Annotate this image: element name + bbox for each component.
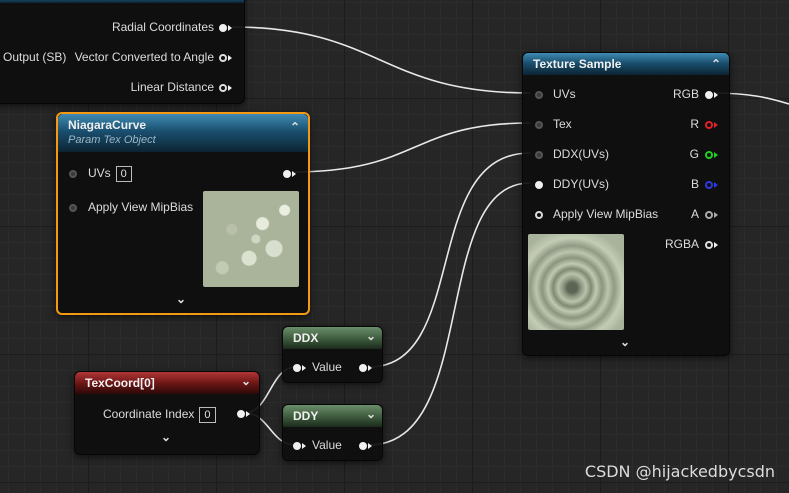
collapse-chevron-icon[interactable]: ⌃ <box>290 120 300 134</box>
niagara-curve-header[interactable]: NiagaraCurve Param Tex Object ⌃ <box>58 114 308 152</box>
output-sb-label: Output (SB) <box>3 50 67 64</box>
texcoord-output-arrow <box>246 411 250 417</box>
texture-sample-node[interactable]: Texture Sample ⌃ UVs Tex DDX(UVs) DDY(UV… <box>522 52 730 356</box>
texture-output-arrow <box>292 171 296 177</box>
ddx-header[interactable]: DDX ⌄ <box>283 327 382 349</box>
radial-coordinates-label: Radial Coordinates <box>111 20 214 34</box>
dropdown-chevron-icon[interactable]: ⌄ <box>366 325 376 347</box>
niagara-curve-subtitle: Param Tex Object <box>68 134 156 146</box>
ddy-input-arrow <box>302 443 306 449</box>
ddx-input-label: DDX(UVs) <box>553 147 609 161</box>
ddy-output-arrow <box>368 443 372 449</box>
r-output-arrow <box>714 122 718 128</box>
rgba-output-pin[interactable] <box>705 241 713 249</box>
ddy-input-label: DDY(UVs) <box>553 177 609 191</box>
b-output-pin[interactable] <box>705 181 713 189</box>
ddy-title: DDY <box>293 409 319 423</box>
ddx-input-arrow <box>302 365 306 371</box>
radial-coordinates-pin[interactable] <box>219 24 227 32</box>
uvs-value-field[interactable]: 0 <box>115 166 132 182</box>
ddx-input-pin[interactable] <box>293 364 301 372</box>
ddy-input-pin[interactable] <box>293 442 301 450</box>
coordinate-index-field[interactable]: 0 <box>199 407 216 423</box>
rgb-output-label: RGB <box>672 87 699 101</box>
ddx-value-label: Value <box>312 360 342 374</box>
uvs-input-pin[interactable] <box>535 91 543 99</box>
ddy-header[interactable]: DDY ⌄ <box>283 405 382 427</box>
g-output-arrow <box>714 152 718 158</box>
ddx-title: DDX <box>293 331 319 345</box>
r-output-label: R <box>690 117 699 131</box>
niagara-curve-title: NiagaraCurve <box>68 118 147 132</box>
uvs-input-label: UVs <box>553 87 576 101</box>
g-output-label: G <box>689 147 699 161</box>
ddy-value-label: Value <box>312 438 342 452</box>
g-output-pin[interactable] <box>705 151 713 159</box>
wire-radial-to-uvs[interactable] <box>231 26 531 94</box>
vector-angle-pin[interactable] <box>219 54 227 62</box>
wire-ddy-to-ddyuvs[interactable] <box>368 182 531 446</box>
a-output-arrow <box>714 212 718 218</box>
uvs-input-label: UVs 0 <box>88 166 132 182</box>
texcoord-title: TexCoord[0] <box>85 376 155 390</box>
linear-distance-pin[interactable] <box>219 84 227 92</box>
rgba-output-arrow <box>714 242 718 248</box>
texture-output-pin[interactable] <box>283 170 291 178</box>
texcoord-header[interactable]: TexCoord[0] ⌄ <box>75 372 259 394</box>
texture-sample-title: Texture Sample <box>533 57 622 71</box>
watermark: CSDN @hijackedbycsdn <box>584 462 775 481</box>
ddx-node[interactable]: DDX ⌄ Value <box>282 326 383 383</box>
expand-chevron-icon[interactable]: ⌄ <box>176 292 186 306</box>
vector-angle-label: Vector Converted to Angle <box>74 50 214 64</box>
ddx-output-arrow <box>368 365 372 371</box>
dropdown-chevron-icon[interactable]: ⌄ <box>366 403 376 425</box>
rgb-output-arrow <box>714 92 718 98</box>
coordinate-index-label: Coordinate Index 0 <box>103 407 216 423</box>
ddx-output-pin[interactable] <box>359 364 367 372</box>
rgba-output-label: RGBA <box>664 237 699 251</box>
rgb-output-pin[interactable] <box>705 91 713 99</box>
texture-sample-header[interactable]: Texture Sample ⌃ <box>523 53 729 75</box>
ddx-input-pin[interactable] <box>535 151 543 159</box>
uvs-input-pin[interactable] <box>69 170 77 178</box>
b-output-arrow <box>714 182 718 188</box>
wire-ddx-to-ddxuvs[interactable] <box>368 152 531 368</box>
curve-texture-thumbnail <box>203 191 299 287</box>
a-output-label: A <box>690 207 699 221</box>
b-output-label: B <box>690 177 699 191</box>
vector-angle-arrow <box>228 55 232 61</box>
mipbias-input-label: Apply View MipBias <box>553 207 659 221</box>
texcoord-node[interactable]: TexCoord[0] ⌄ Coordinate Index 0 ⌄ <box>74 371 260 455</box>
dropdown-chevron-icon[interactable]: ⌄ <box>241 370 251 392</box>
radial-math-node[interactable]: Output (SB) Radial Coordinates Vector Co… <box>0 0 245 104</box>
linear-distance-label: Linear Distance <box>130 80 214 94</box>
texture-preview-thumbnail <box>528 234 624 330</box>
ddy-output-pin[interactable] <box>359 442 367 450</box>
expand-chevron-icon[interactable]: ⌄ <box>620 335 630 349</box>
collapse-chevron-icon[interactable]: ⌃ <box>711 53 721 75</box>
mipbias-input-pin[interactable] <box>69 204 77 212</box>
mipbias-input-label: Apply View MipBias <box>88 200 194 214</box>
radial-math-node-header <box>0 0 244 3</box>
tex-input-label: Tex <box>553 117 572 131</box>
a-output-pin[interactable] <box>705 211 713 219</box>
expand-chevron-icon[interactable]: ⌄ <box>161 430 171 444</box>
mipbias-input-pin[interactable] <box>535 211 543 219</box>
r-output-pin[interactable] <box>705 121 713 129</box>
ddy-input-pin[interactable] <box>535 181 543 189</box>
tex-input-pin[interactable] <box>535 121 543 129</box>
ddy-node[interactable]: DDY ⌄ Value <box>282 404 383 461</box>
radial-coordinates-arrow <box>228 25 232 31</box>
linear-distance-arrow <box>228 85 232 91</box>
niagara-curve-node[interactable]: NiagaraCurve Param Tex Object ⌃ UVs 0 App… <box>56 112 310 315</box>
wire-curve-to-tex[interactable] <box>291 122 531 173</box>
texcoord-output-pin[interactable] <box>237 410 245 418</box>
